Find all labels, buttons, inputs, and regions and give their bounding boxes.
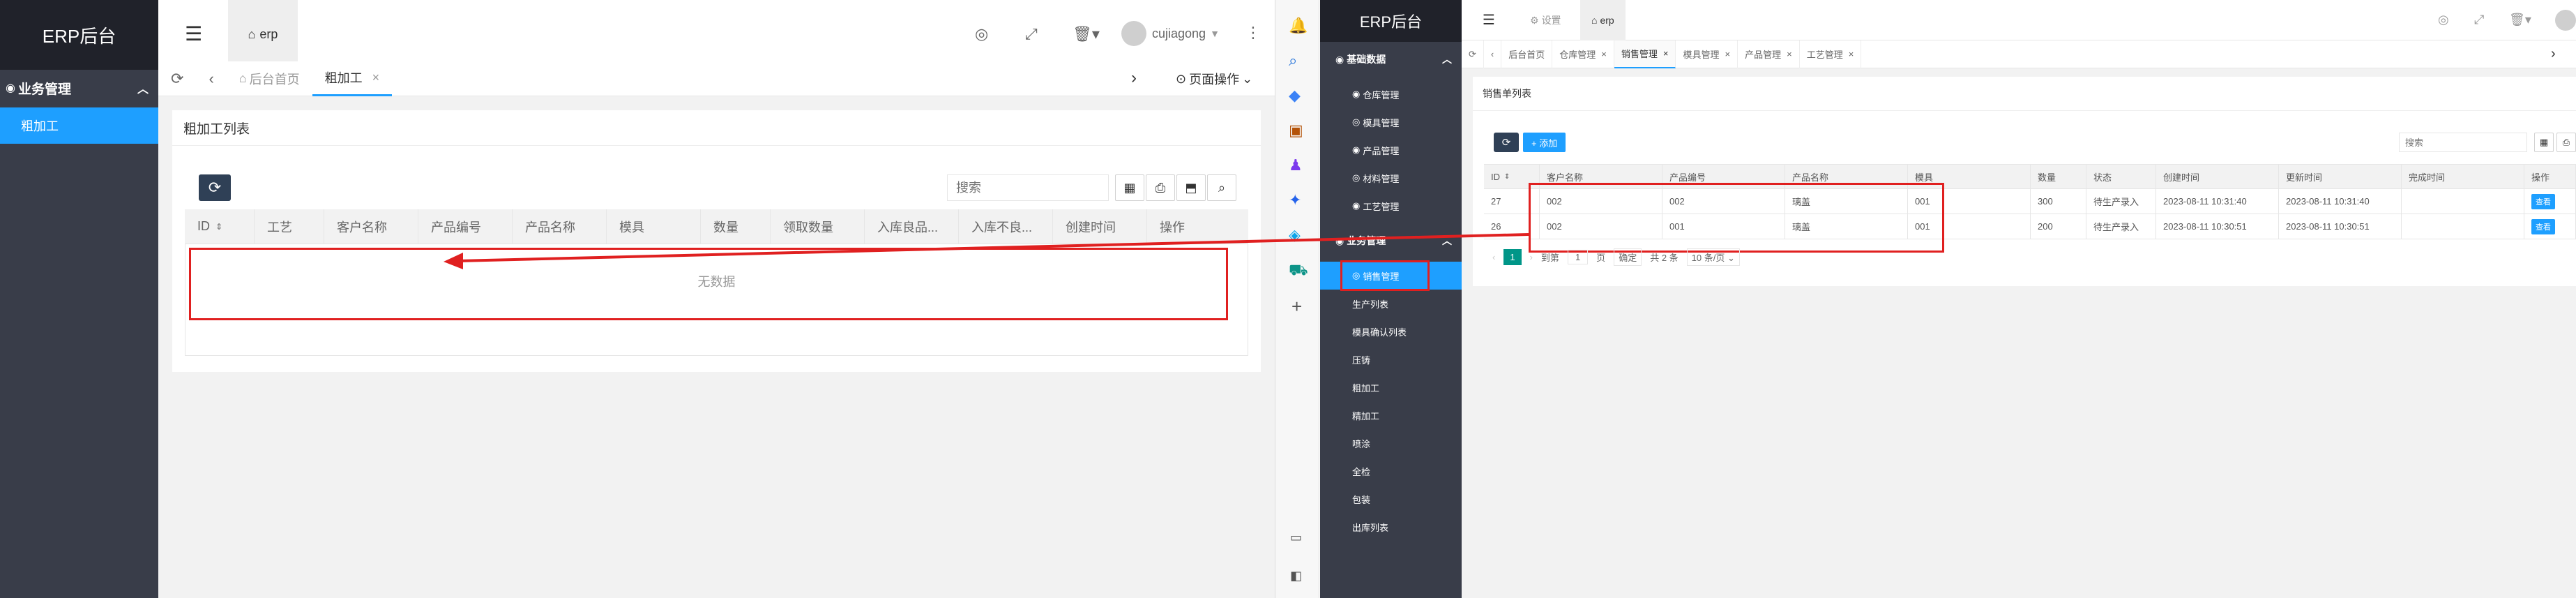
- annotation-arrow: [444, 233, 1529, 269]
